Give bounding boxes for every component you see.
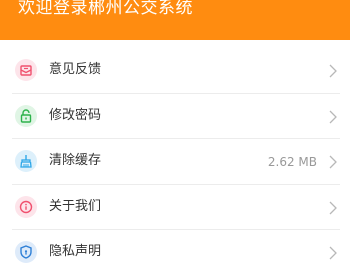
chevron-right-icon bbox=[329, 201, 337, 214]
broom-icon bbox=[15, 150, 37, 172]
menu-item-privacy-statement[interactable]: 隐私声明 bbox=[0, 230, 350, 276]
info-icon bbox=[15, 195, 37, 218]
chevron-right-icon bbox=[329, 64, 337, 78]
menu-item-change-password[interactable]: 修改密码 bbox=[0, 94, 350, 140]
menu-item-clear-cache[interactable]: 清除缓存 2.62 MB bbox=[0, 139, 350, 185]
settings-menu: 意见反馈 修改密码 清除缓存 2.62 MB 关于我们 隐私声明 bbox=[0, 48, 350, 276]
feedback-envelope-icon bbox=[15, 59, 37, 81]
app-header: 欢迎登录郴州公交系统 bbox=[0, 0, 350, 40]
lock-icon bbox=[15, 104, 37, 127]
shield-icon bbox=[15, 241, 37, 263]
menu-item-label: 关于我们 bbox=[49, 198, 102, 214]
chevron-right-icon bbox=[329, 110, 337, 123]
menu-item-label: 清除缓存 bbox=[49, 153, 102, 168]
menu-item-label: 意见反馈 bbox=[49, 62, 102, 77]
page-title: 欢迎登录郴州公交系统 bbox=[18, 0, 193, 18]
menu-item-feedback[interactable]: 意见反馈 bbox=[0, 48, 350, 94]
chevron-right-icon bbox=[329, 155, 337, 169]
cache-size-value: 2.62 MB bbox=[267, 155, 317, 169]
chevron-right-icon bbox=[329, 246, 337, 260]
menu-item-about-us[interactable]: 关于我们 bbox=[0, 185, 350, 231]
menu-item-label: 修改密码 bbox=[49, 107, 102, 123]
menu-item-label: 隐私声明 bbox=[49, 244, 102, 259]
